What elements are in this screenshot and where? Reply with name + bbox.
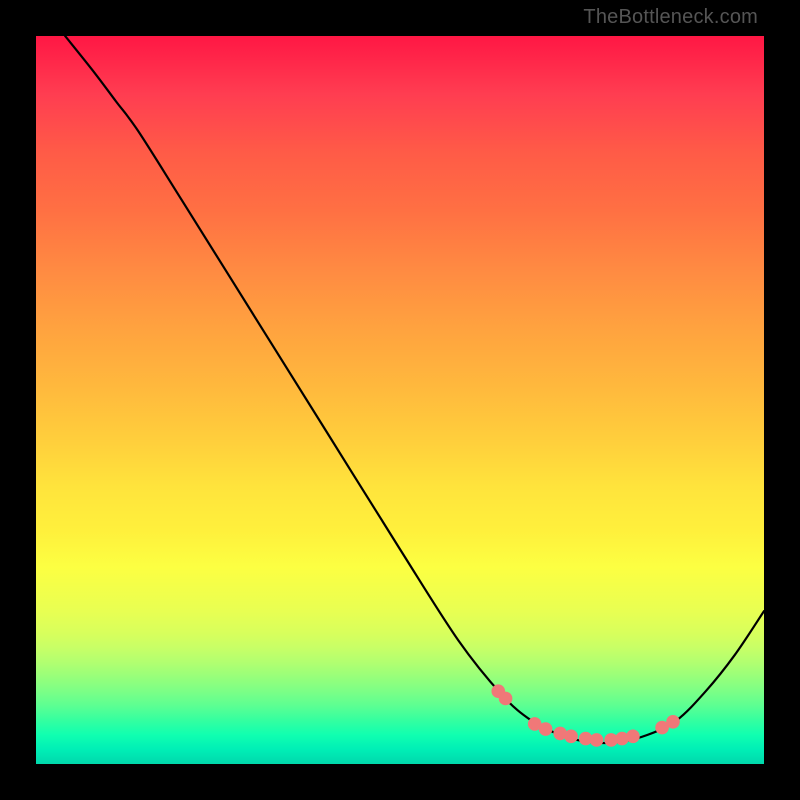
plot-area [36, 36, 764, 764]
data-dot [626, 730, 640, 744]
data-dot [564, 730, 578, 744]
curve-layer [36, 36, 764, 764]
chart-container: TheBottleneck.com [0, 0, 800, 800]
curve-line [65, 36, 764, 743]
data-dot [499, 692, 513, 706]
watermark-text: TheBottleneck.com [583, 6, 758, 29]
data-dot [539, 722, 553, 736]
data-dot [590, 733, 604, 747]
dot-group [491, 684, 679, 746]
data-dot [666, 715, 680, 729]
